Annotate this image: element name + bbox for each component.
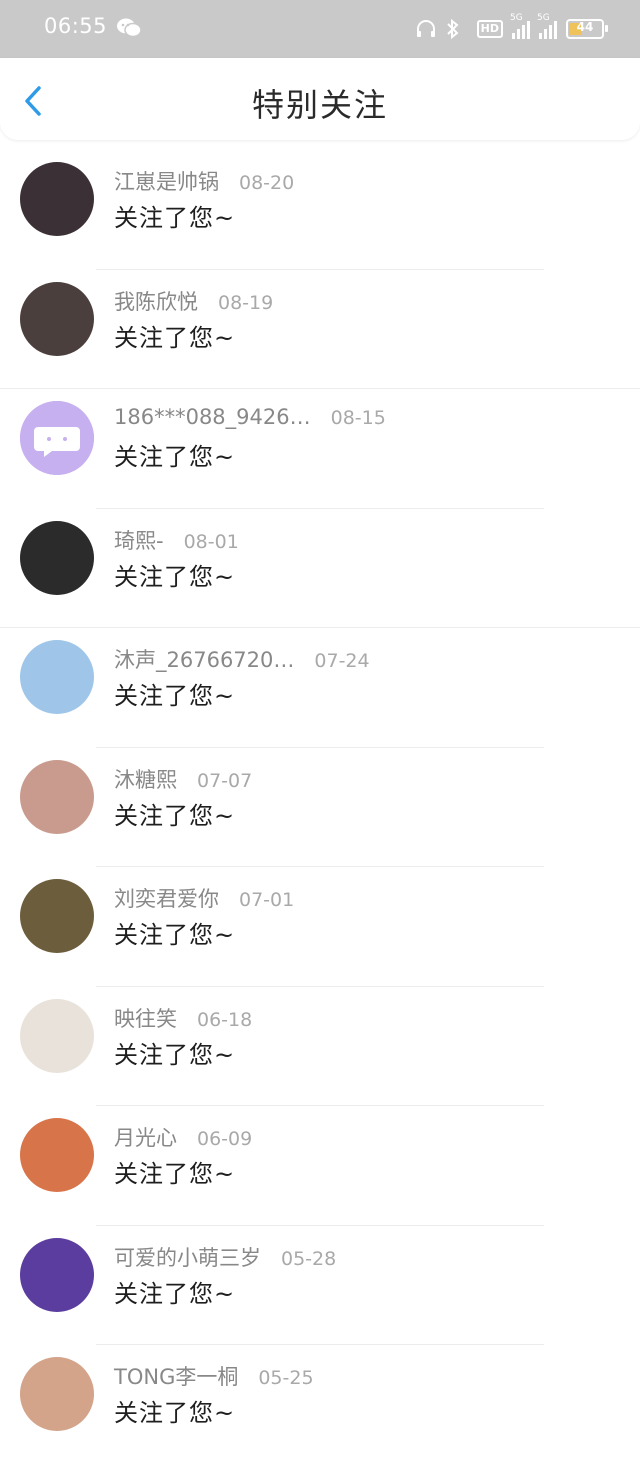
avatar[interactable] (20, 998, 94, 1073)
hd-icon: HD (476, 20, 503, 38)
avatar[interactable] (20, 640, 94, 714)
user-name[interactable]: 映往笑 (114, 1003, 177, 1033)
follow-date: 08-15 (330, 407, 386, 429)
headphone-icon (415, 18, 437, 40)
user-name[interactable]: 可爱的小萌三岁 (114, 1242, 261, 1272)
follow-message: 关注了您~ (114, 562, 236, 591)
battery-level: 44 (576, 20, 594, 34)
list-item[interactable]: 沐糖熙 07-07 关注了您~ (0, 748, 640, 867)
list-item[interactable]: 刘奕君爱你 07-01 关注了您~ (0, 867, 640, 987)
follow-date: 05-25 (258, 1367, 314, 1389)
status-time: 06:55 (44, 14, 108, 38)
avatar[interactable] (20, 162, 94, 236)
list-item[interactable]: 可爱的小萌三岁 05-28 关注了您~ (0, 1226, 640, 1345)
user-name[interactable]: 刘奕君爱你 (114, 883, 219, 913)
follow-message: 关注了您~ (114, 1160, 236, 1188)
signal-icon-2: 5G (537, 13, 557, 39)
user-name[interactable]: TONG李一桐 (114, 1361, 238, 1391)
follow-date: 05-28 (281, 1247, 337, 1270)
follow-date: 07-07 (197, 769, 253, 792)
avatar[interactable] (20, 401, 94, 475)
bluetooth-icon (446, 18, 468, 40)
user-name[interactable]: 沐糖熙 (114, 764, 177, 794)
network-label-1: 5G (510, 13, 523, 23)
list-item[interactable]: TONG李一桐 05-25 关注了您~ (0, 1345, 640, 1465)
follow-message: 关注了您~ (114, 801, 236, 830)
follow-message: 关注了您~ (114, 323, 236, 352)
user-name[interactable]: 江崽是帅锅 (114, 166, 219, 196)
follow-message: 关注了您~ (114, 921, 236, 949)
avatar[interactable] (20, 1118, 94, 1192)
signal-icon-1: 5G (510, 13, 530, 39)
follow-list: 江崽是帅锅 08-20 关注了您~ 我陈欣悦 08-19 关注了您~ 186**… (0, 150, 640, 1465)
user-name[interactable]: 186***088_9426… (114, 405, 311, 429)
follow-message: 关注了您~ (114, 1399, 236, 1427)
follow-message: 关注了您~ (114, 204, 236, 232)
list-item[interactable]: 我陈欣悦 08-19 关注了您~ (0, 270, 640, 389)
avatar[interactable] (20, 1237, 94, 1312)
user-name[interactable]: 月光心 (114, 1122, 177, 1152)
list-item[interactable]: 映往笑 06-18 关注了您~ (0, 987, 640, 1106)
header-bar: 特别关注 (0, 58, 640, 140)
user-name[interactable]: 琦熙- (114, 525, 164, 555)
avatar[interactable] (20, 1357, 94, 1431)
wechat-icon (116, 17, 142, 39)
battery-icon: 44 (566, 19, 608, 39)
follow-message: 关注了您~ (114, 1040, 236, 1069)
status-bar: 06:55 HD 5G 5G 44 (0, 0, 640, 58)
avatar[interactable] (20, 520, 94, 595)
status-icons: HD 5G 5G 44 (415, 13, 608, 42)
avatar[interactable] (20, 281, 94, 356)
follow-date: 07-24 (314, 650, 370, 672)
list-item[interactable]: 沐声_26766720… 07-24 关注了您~ (0, 628, 640, 748)
follow-message: 关注了您~ (114, 682, 236, 710)
follow-message: 关注了您~ (114, 1279, 236, 1308)
follow-message: 关注了您~ (114, 443, 236, 471)
list-item[interactable]: 月光心 06-09 关注了您~ (0, 1106, 640, 1226)
list-item[interactable]: 琦熙- 08-01 关注了您~ (0, 509, 640, 628)
avatar[interactable] (20, 879, 94, 953)
follow-date: 06-09 (197, 1128, 253, 1150)
user-name[interactable]: 我陈欣悦 (114, 286, 198, 316)
page-title: 特别关注 (251, 86, 388, 124)
user-name[interactable]: 沐声_26766720… (114, 644, 294, 674)
list-item[interactable]: 江崽是帅锅 08-20 关注了您~ (0, 150, 640, 270)
follow-date: 06-18 (197, 1008, 253, 1031)
avatar[interactable] (20, 759, 94, 834)
default-avatar-icon (20, 401, 94, 475)
follow-date: 08-01 (183, 530, 239, 553)
network-label-2: 5G (537, 13, 550, 23)
follow-date: 07-01 (239, 889, 295, 911)
follow-date: 08-19 (218, 291, 274, 314)
list-item[interactable]: 186***088_9426… 08-15 关注了您~ (0, 389, 640, 509)
follow-date: 08-20 (239, 172, 295, 194)
